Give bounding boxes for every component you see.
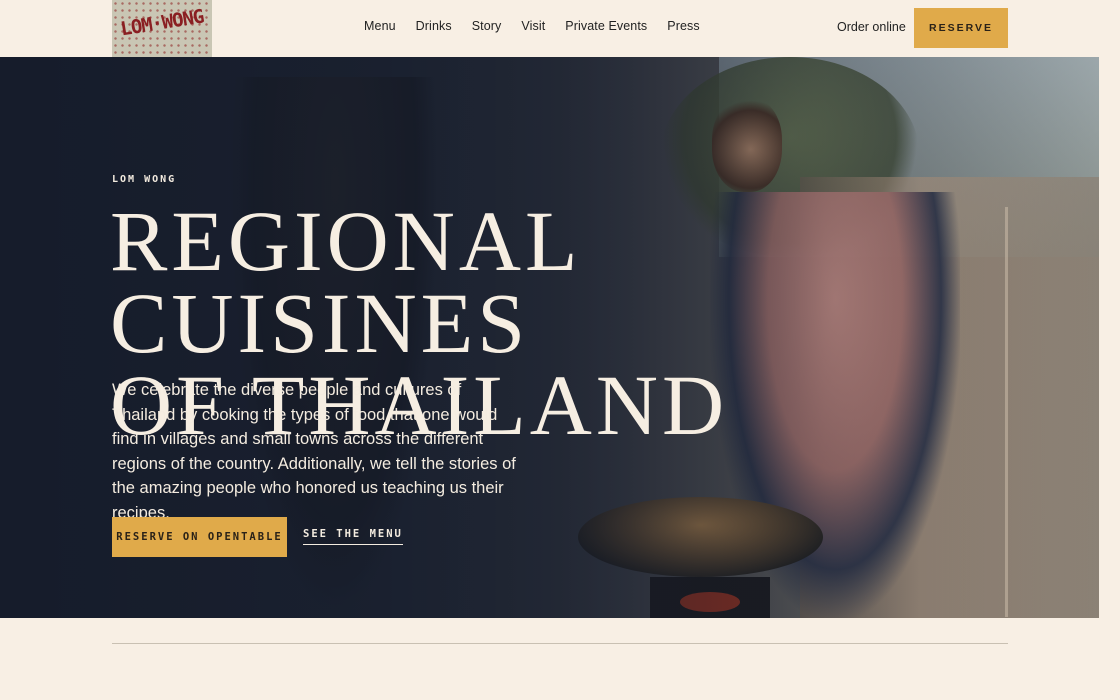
nav-item-private-events[interactable]: Private Events [565, 19, 647, 33]
lom-wong-logo[interactable]: LOM·WONG [112, 0, 212, 57]
nav-item-story[interactable]: Story [472, 19, 502, 33]
nav-item-press[interactable]: Press [667, 19, 699, 33]
section-divider [112, 643, 1008, 644]
hero-intro-text: We celebrate the diverse people and cult… [112, 381, 516, 522]
nav-item-menu[interactable]: Menu [364, 19, 396, 33]
reserve-button[interactable]: RESERVE [914, 8, 1008, 48]
site-header: LOM·WONG Menu Drinks Story Visit Private… [0, 0, 1120, 57]
hero-section: LOM WONG REGIONAL CUISINES OF THAILAND W… [0, 57, 1099, 618]
order-online-link[interactable]: Order online [837, 20, 906, 34]
main-nav: Menu Drinks Story Visit Private Events P… [364, 19, 720, 33]
reserve-on-opentable-button[interactable]: RESERVE ON OPENTABLE [112, 517, 287, 557]
hero-eyebrow: LOM WONG [112, 174, 177, 185]
nav-item-visit[interactable]: Visit [521, 19, 545, 33]
hero-headline-line-1: REGIONAL CUISINES [110, 193, 579, 371]
see-the-menu-link[interactable]: SEE THE MENU [303, 528, 403, 545]
nav-item-drinks[interactable]: Drinks [416, 19, 452, 33]
